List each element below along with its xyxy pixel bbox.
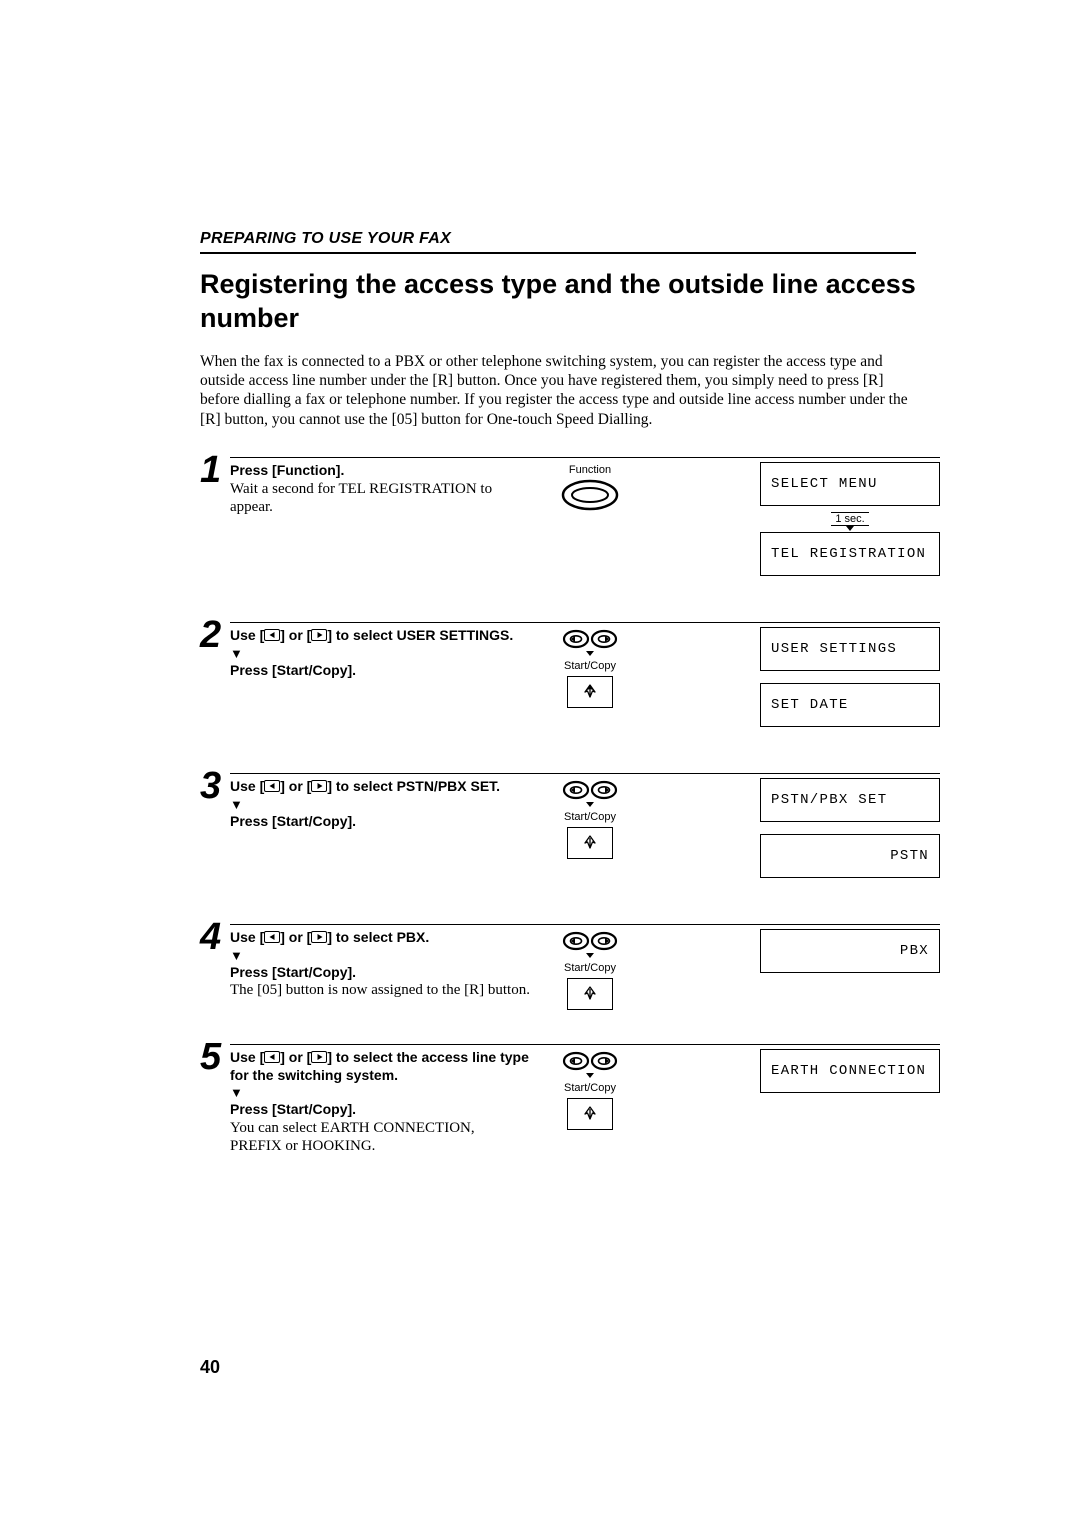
section-heading: PREPARING TO USE YOUR FAX: [200, 230, 916, 254]
lcd-column: SELECT MENU 1 sec. TEL REGISTRATION: [760, 462, 940, 588]
step-2: 2 Use [] or [] to select USER SETTINGS. …: [200, 622, 940, 739]
start-copy-button-icon: [567, 827, 613, 859]
step-number: 5: [200, 1038, 230, 1076]
steps-list: 1 Press [Function]. Wait a second for TE…: [200, 457, 940, 1156]
start-copy-button-icon: [567, 978, 613, 1010]
step-text: Use [] or [] to select the access line t…: [230, 1049, 530, 1156]
step-number: 3: [200, 767, 230, 805]
page-title: Registering the access type and the outs…: [200, 268, 916, 336]
lcd-display: PBX: [760, 929, 940, 973]
nav-start-icon: Start/Copy: [530, 780, 650, 859]
down-triangle-icon: ▼: [230, 949, 530, 962]
right-arrow-icon: [311, 1051, 327, 1063]
down-triangle-icon: [586, 1073, 594, 1078]
step-number: 4: [200, 918, 230, 956]
left-arrow-icon: [264, 1051, 280, 1063]
lcd-display: PSTN/PBX SET: [760, 778, 940, 822]
left-arrow-icon: [264, 780, 280, 792]
left-arrow-icon: [264, 931, 280, 943]
right-arrow-icon: [311, 931, 327, 943]
step-4: 4 Use [] or [] to select PBX. ▼ Press [S…: [200, 924, 940, 1010]
step-number: 2: [200, 616, 230, 654]
down-triangle-icon: [586, 651, 594, 656]
lcd-column: PSTN/PBX SET PSTN: [760, 778, 940, 890]
down-triangle-icon: ▼: [230, 1086, 530, 1099]
intro-paragraph: When the fax is connected to a PBX or ot…: [200, 352, 916, 430]
lcd-column: PBX: [760, 929, 940, 985]
lcd-display: EARTH CONNECTION: [760, 1049, 940, 1093]
step-number: 1: [200, 451, 230, 489]
step-text: Use [] or [] to select PBX. ▼ Press [Sta…: [230, 929, 530, 1000]
step-text: Press [Function]. Wait a second for TEL …: [230, 462, 530, 517]
left-arrow-icon: [264, 629, 280, 641]
step-5: 5 Use [] or [] to select the access line…: [200, 1044, 940, 1156]
step-text: Use [] or [] to select USER SETTINGS. ▼ …: [230, 627, 530, 679]
lcd-column: USER SETTINGS SET DATE: [760, 627, 940, 739]
lcd-display: SELECT MENU: [760, 462, 940, 506]
lcd-display: USER SETTINGS: [760, 627, 940, 671]
nav-start-icon: Start/Copy: [530, 1051, 650, 1130]
wait-indicator: 1 sec.: [760, 512, 940, 526]
down-triangle-icon: ▼: [230, 798, 530, 811]
right-arrow-icon: [311, 780, 327, 792]
down-triangle-icon: ▼: [230, 647, 530, 660]
start-copy-button-icon: [567, 676, 613, 708]
function-button-icon: Function: [530, 464, 650, 512]
nav-start-icon: Start/Copy: [530, 629, 650, 708]
down-triangle-icon: [586, 953, 594, 958]
step-3: 3 Use [] or [] to select PSTN/PBX SET. ▼…: [200, 773, 940, 890]
page: PREPARING TO USE YOUR FAX Registering th…: [0, 0, 1080, 1528]
lcd-display: TEL REGISTRATION: [760, 532, 940, 576]
down-triangle-icon: [586, 802, 594, 807]
lcd-display: PSTN: [760, 834, 940, 878]
right-arrow-icon: [311, 629, 327, 641]
start-copy-button-icon: [567, 1098, 613, 1130]
page-number: 40: [200, 1357, 220, 1378]
step-text: Use [] or [] to select PSTN/PBX SET. ▼ P…: [230, 778, 530, 830]
lcd-display: SET DATE: [760, 683, 940, 727]
step-1: 1 Press [Function]. Wait a second for TE…: [200, 457, 940, 588]
lcd-column: EARTH CONNECTION: [760, 1049, 940, 1105]
nav-start-icon: Start/Copy: [530, 931, 650, 1010]
